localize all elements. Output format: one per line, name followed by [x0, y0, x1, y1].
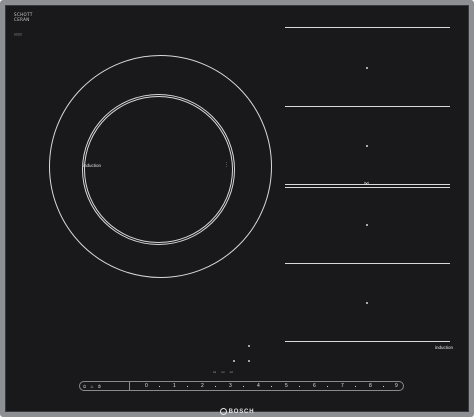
- scale-6[interactable]: 6: [313, 382, 316, 390]
- scale-5[interactable]: 5: [285, 382, 288, 390]
- flex-zone-dot-4: [366, 302, 368, 304]
- power-icon[interactable]: ⏻: [83, 384, 86, 389]
- left-controls: ⏻ ♨ ⏱: [83, 382, 101, 390]
- induction-hob: SCHOTT CERAN |||||||| induction ⋮ ⋈ indu…: [0, 0, 474, 417]
- scale-tick: [327, 385, 328, 387]
- scale-3[interactable]: 3: [229, 382, 232, 390]
- flex-zone-dot-1: [366, 67, 368, 69]
- schott-ceran-sub: ||||||||: [14, 32, 23, 36]
- timer-icon[interactable]: ⏱: [98, 384, 101, 389]
- scale-tick: [187, 385, 188, 387]
- flex-zone-line-4: [285, 341, 450, 342]
- zone-label: induction: [83, 163, 102, 168]
- brand-badge: BOSCH: [5, 408, 469, 415]
- flex-zone-dot-3: [366, 224, 368, 226]
- mid-control-panel: ▭ ▭ ▭: [213, 370, 233, 374]
- scale-tick: [355, 385, 356, 387]
- flex-divider-marker-icon: ⋈: [364, 181, 369, 187]
- panel-dot-3: [248, 360, 250, 362]
- scale-tick: [159, 385, 160, 387]
- scale-7[interactable]: 7: [341, 382, 344, 390]
- flex-zone-line-3: [285, 263, 450, 264]
- mid-control-2[interactable]: ▭: [221, 370, 224, 374]
- scale-tick: [243, 385, 244, 387]
- panel-dot-2: [233, 360, 235, 362]
- heat-icon[interactable]: ♨: [90, 384, 94, 389]
- scale-tick: [271, 385, 272, 387]
- scale-4[interactable]: 4: [257, 382, 260, 390]
- scale-tick: [299, 385, 300, 387]
- control-separator: [129, 382, 130, 390]
- flex-zone-line-1: [285, 27, 450, 28]
- mid-control-3[interactable]: ▭: [230, 370, 233, 374]
- zone-inner-ring: [82, 94, 235, 245]
- scale-2[interactable]: 2: [201, 382, 204, 390]
- scale-0[interactable]: 0: [145, 382, 148, 390]
- brand-name: BOSCH: [228, 409, 255, 416]
- zone-marker-icon: ⋮: [224, 162, 229, 168]
- power-scale[interactable]: 0 1 2 3 4 5 6 7 8 9: [145, 382, 403, 390]
- scale-9[interactable]: 9: [395, 382, 398, 390]
- scale-8[interactable]: 8: [369, 382, 372, 390]
- flex-zone-label: induction: [435, 345, 454, 350]
- scale-tick: [215, 385, 216, 387]
- scale-tick: [383, 385, 384, 387]
- schott-ceran-mark: SCHOTT CERAN: [14, 12, 33, 22]
- flex-zone-line-2: [285, 106, 450, 107]
- panel-dot-1: [248, 345, 250, 347]
- flex-zone-dot-2: [366, 145, 368, 147]
- mid-control-1[interactable]: ▭: [213, 370, 216, 374]
- scale-1[interactable]: 1: [173, 382, 176, 390]
- bosch-logo-icon: [219, 408, 227, 415]
